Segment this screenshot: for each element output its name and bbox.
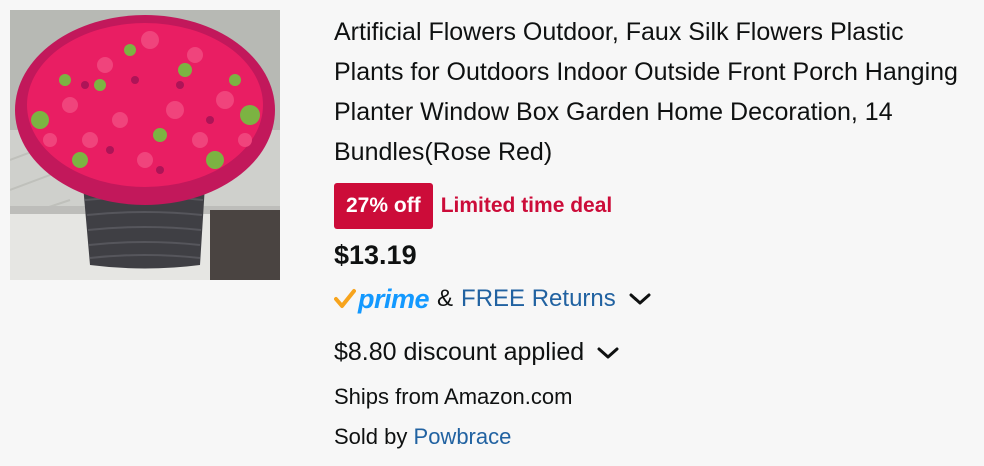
free-returns-link[interactable]: FREE Returns [461, 285, 616, 313]
prime-row: prime & FREE Returns [334, 282, 979, 316]
price: $13.19 [334, 240, 417, 270]
deal-badge: 27% off [334, 183, 433, 229]
product-image-graphic [10, 10, 280, 280]
discount-label: $8.80 discount applied [334, 337, 585, 366]
seller-link[interactable]: Powbrace [414, 424, 512, 449]
sold-by-prefix: Sold by [334, 424, 408, 449]
ampersand: & [437, 285, 454, 312]
product-title[interactable]: Artificial Flowers Outdoor, Faux Silk Fl… [334, 12, 979, 172]
discount-row: $8.80 discount applied [334, 334, 979, 370]
chevron-down-icon[interactable] [596, 338, 620, 367]
prime-wordmark: prime [358, 283, 430, 314]
ships-from: Ships from Amazon.com [334, 384, 573, 409]
chevron-down-icon[interactable] [628, 285, 652, 313]
deal-label: Limited time deal [440, 194, 613, 217]
product-info: Artificial Flowers Outdoor, Faux Silk Fl… [334, 12, 979, 450]
sold-by: Sold by Powbrace [334, 424, 979, 450]
deal-row: 27% off Limited time deal [334, 182, 979, 230]
product-image[interactable] [10, 10, 280, 280]
prime-logo: prime [334, 283, 430, 315]
check-icon [334, 289, 356, 308]
